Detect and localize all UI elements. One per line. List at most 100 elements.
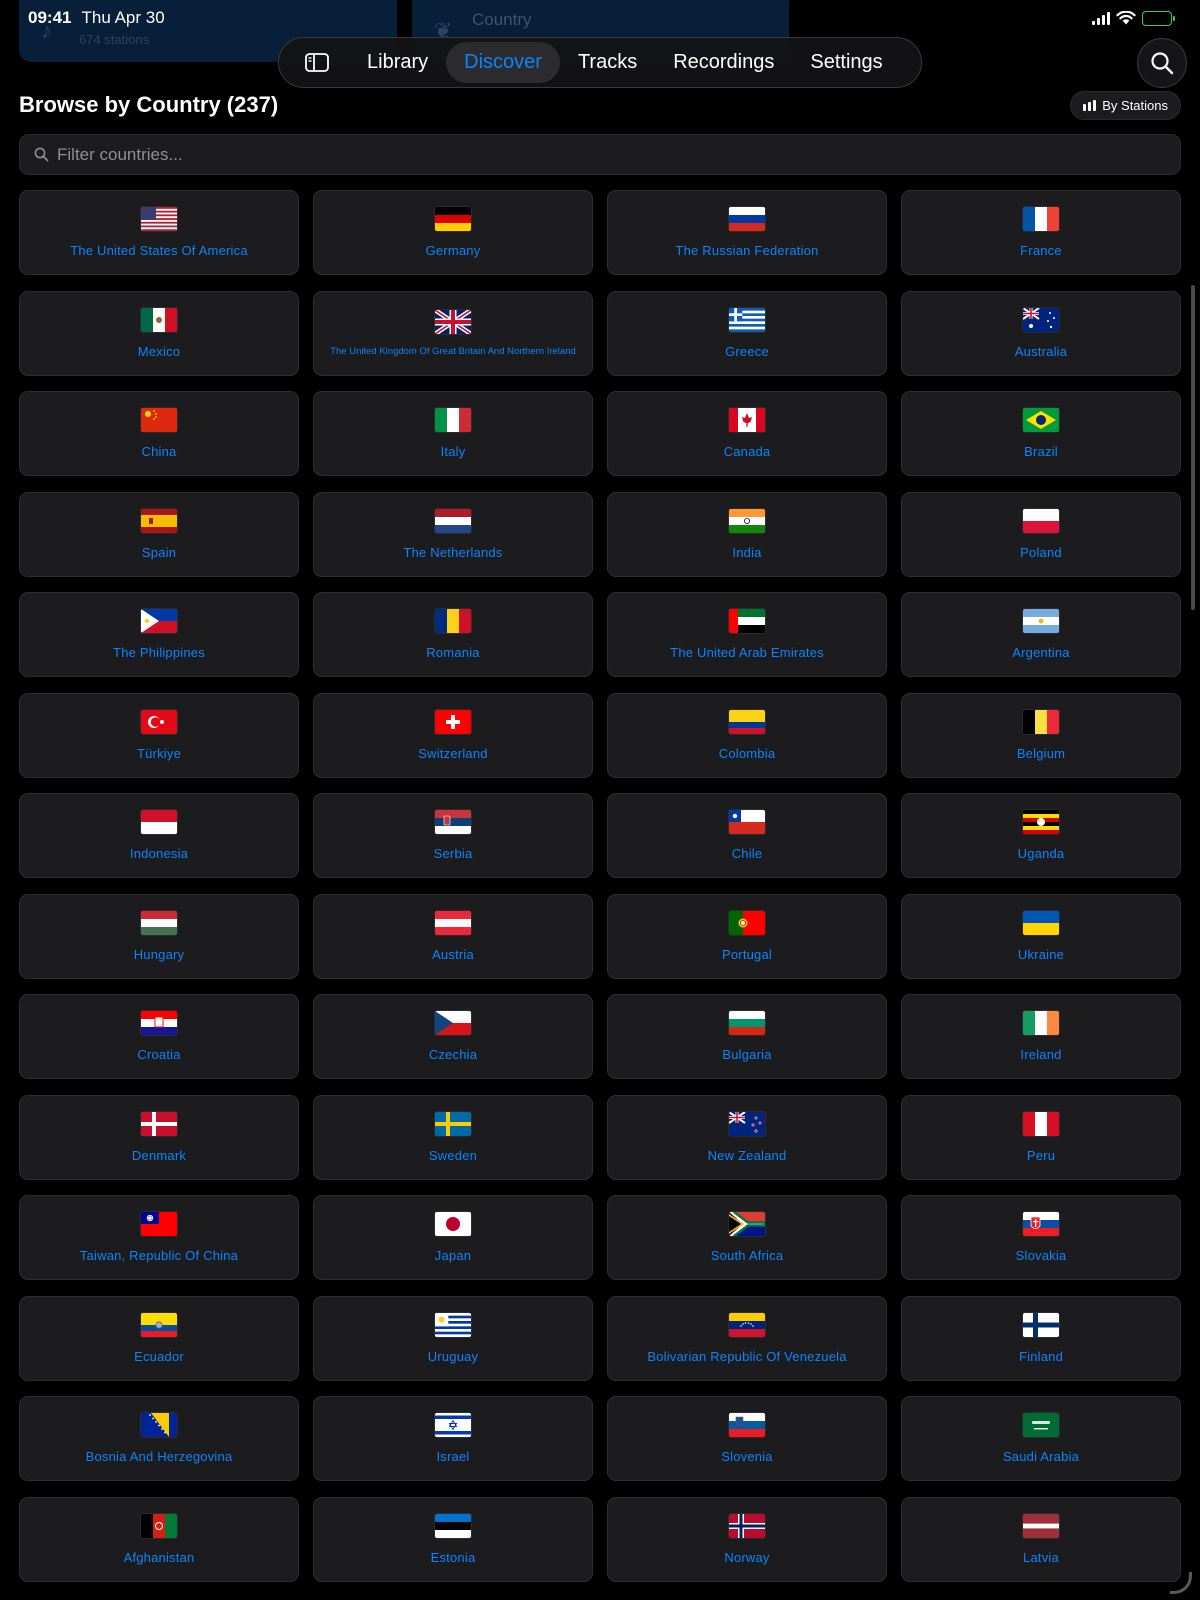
country-card-bosnia-and-herzegovina[interactable]: Bosnia And Herzegovina (19, 1396, 299, 1481)
country-card-saudi-arabia[interactable]: Saudi Arabia (901, 1396, 1181, 1481)
country-card-romania[interactable]: Romania (313, 592, 593, 677)
country-name: Norway (724, 1549, 770, 1565)
country-card-taiwan-republic-of-china[interactable]: Taiwan, Republic Of China (19, 1195, 299, 1280)
country-name: Hungary (133, 946, 185, 962)
country-card-japan[interactable]: Japan (313, 1195, 593, 1280)
country-name: Japan (434, 1248, 472, 1263)
flag-ba-icon (141, 1413, 177, 1437)
flag-sk-icon (1023, 1212, 1059, 1236)
country-card-greece[interactable]: Greece (607, 290, 887, 376)
country-name: Germany (425, 243, 481, 258)
country-card-peru[interactable]: Peru (901, 1094, 1181, 1180)
flag-ua-icon (1023, 910, 1059, 935)
country-name: Saudi Arabia (1002, 1449, 1080, 1464)
country-card-south-africa[interactable]: South Africa (607, 1195, 887, 1280)
country-name: Ireland (1020, 1047, 1062, 1062)
country-name: Estonia (430, 1549, 476, 1565)
tab-settings[interactable]: Settings (792, 42, 900, 83)
country-name: The Philippines (113, 645, 205, 660)
tab-tracks[interactable]: Tracks (560, 42, 655, 83)
country-card-belgium[interactable]: Belgium (901, 692, 1181, 778)
country-card-finland[interactable]: Finland (901, 1295, 1181, 1381)
country-card-colombia[interactable]: Colombia (607, 692, 887, 778)
country-card-australia[interactable]: Australia (901, 290, 1181, 376)
country-card-china[interactable]: China (19, 391, 299, 476)
search-button[interactable] (1137, 38, 1187, 88)
battery-charging-icon (1142, 10, 1175, 26)
country-card-new-zealand[interactable]: New Zealand (607, 1094, 887, 1180)
country-card-the-united-states-of-america[interactable]: The United States Of America (19, 190, 299, 275)
country-card-chile[interactable]: Chile (607, 793, 887, 878)
flag-pl-icon (1023, 508, 1059, 533)
country-card-the-philippines[interactable]: The Philippines (19, 592, 299, 677)
sidebar-icon (305, 53, 329, 72)
country-card-serbia[interactable]: Serbia (313, 793, 593, 878)
flag-ch-icon (435, 709, 471, 734)
country-card-germany[interactable]: Germany (313, 190, 593, 275)
country-card-ecuador[interactable]: Ecuador (19, 1295, 299, 1381)
country-card-switzerland[interactable]: Switzerland (313, 692, 593, 778)
country-card-latvia[interactable]: Latvia (901, 1496, 1181, 1582)
flag-ca-icon (729, 408, 765, 432)
country-name: The Netherlands (403, 544, 503, 560)
country-card-norway[interactable]: Norway (607, 1496, 887, 1582)
country-card-the-united-arab-emirates[interactable]: The United Arab Emirates (607, 592, 887, 677)
country-card-croatia[interactable]: Croatia (19, 994, 299, 1079)
tab-library[interactable]: Library (349, 42, 446, 83)
country-card-ukraine[interactable]: Ukraine (901, 893, 1181, 979)
filter-countries-input[interactable] (57, 144, 1166, 165)
country-card-israel[interactable]: Israel (313, 1396, 593, 1481)
country-card-portugal[interactable]: Portugal (607, 893, 887, 979)
tab-recordings[interactable]: Recordings (655, 42, 792, 83)
flag-sa-icon (1023, 1413, 1059, 1437)
country-card-the-united-kingdom-of-great-britain-and-northern-ireland[interactable]: The United Kingdom Of Great Britain And … (313, 290, 593, 376)
tab-discover[interactable]: Discover (446, 42, 560, 83)
flag-ae-icon (729, 609, 765, 633)
country-card-estonia[interactable]: Estonia (313, 1496, 593, 1582)
country-card-canada[interactable]: Canada (607, 391, 887, 476)
country-card-bolivarian-republic-of-venezuela[interactable]: Bolivarian Republic Of Venezuela (607, 1295, 887, 1381)
country-card-uganda[interactable]: Uganda (901, 793, 1181, 878)
country-card-austria[interactable]: Austria (313, 893, 593, 979)
country-card-slovenia[interactable]: Slovenia (607, 1396, 887, 1481)
country-card-indonesia[interactable]: Indonesia (19, 793, 299, 878)
country-name: Slovakia (1015, 1248, 1067, 1263)
flag-gb-icon (435, 309, 471, 334)
country-card-argentina[interactable]: Argentina (901, 592, 1181, 677)
country-name: Slovenia (721, 1449, 773, 1464)
country-card-sweden[interactable]: Sweden (313, 1094, 593, 1180)
country-card-ireland[interactable]: Ireland (901, 994, 1181, 1079)
sidebar-toggle-button[interactable] (285, 42, 349, 83)
country-name: Bolivarian Republic Of Venezuela (647, 1348, 847, 1364)
country-card-slovakia[interactable]: Slovakia (901, 1195, 1181, 1280)
country-card-poland[interactable]: Poland (901, 491, 1181, 577)
sort-by-stations-button[interactable]: By Stations (1069, 91, 1181, 120)
country-card-hungary[interactable]: Hungary (19, 893, 299, 979)
country-card-brazil[interactable]: Brazil (901, 391, 1181, 476)
country-name: The United Arab Emirates (670, 645, 824, 660)
country-card-mexico[interactable]: Mexico (19, 290, 299, 376)
country-card-denmark[interactable]: Denmark (19, 1094, 299, 1180)
country-card-france[interactable]: France (901, 190, 1181, 275)
country-card-bulgaria[interactable]: Bulgaria (607, 994, 887, 1079)
country-name: Belgium (1016, 745, 1066, 761)
country-card-the-netherlands[interactable]: The Netherlands (313, 491, 593, 577)
flag-tr-icon (141, 709, 177, 734)
country-name: Mexico (137, 343, 181, 359)
flag-ie-icon (1023, 1011, 1059, 1035)
country-card-india[interactable]: India (607, 491, 887, 577)
flag-se-icon (435, 1111, 471, 1136)
wifi-icon (1116, 11, 1136, 25)
country-card-the-russian-federation[interactable]: The Russian Federation (607, 190, 887, 275)
country-card-afghanistan[interactable]: Afghanistan (19, 1496, 299, 1582)
country-card-italy[interactable]: Italy (313, 391, 593, 476)
resize-corner-indicator (1170, 1572, 1192, 1594)
country-card-spain[interactable]: Spain (19, 491, 299, 577)
country-card-czechia[interactable]: Czechia (313, 994, 593, 1079)
filter-field[interactable] (19, 134, 1181, 175)
tab-bar: Library Discover Tracks Recordings Setti… (278, 37, 922, 88)
country-name: Spain (141, 544, 177, 560)
scrollbar[interactable] (1191, 285, 1195, 610)
country-card-uruguay[interactable]: Uruguay (313, 1295, 593, 1381)
country-card-t-rkiye[interactable]: Türkiye (19, 692, 299, 778)
